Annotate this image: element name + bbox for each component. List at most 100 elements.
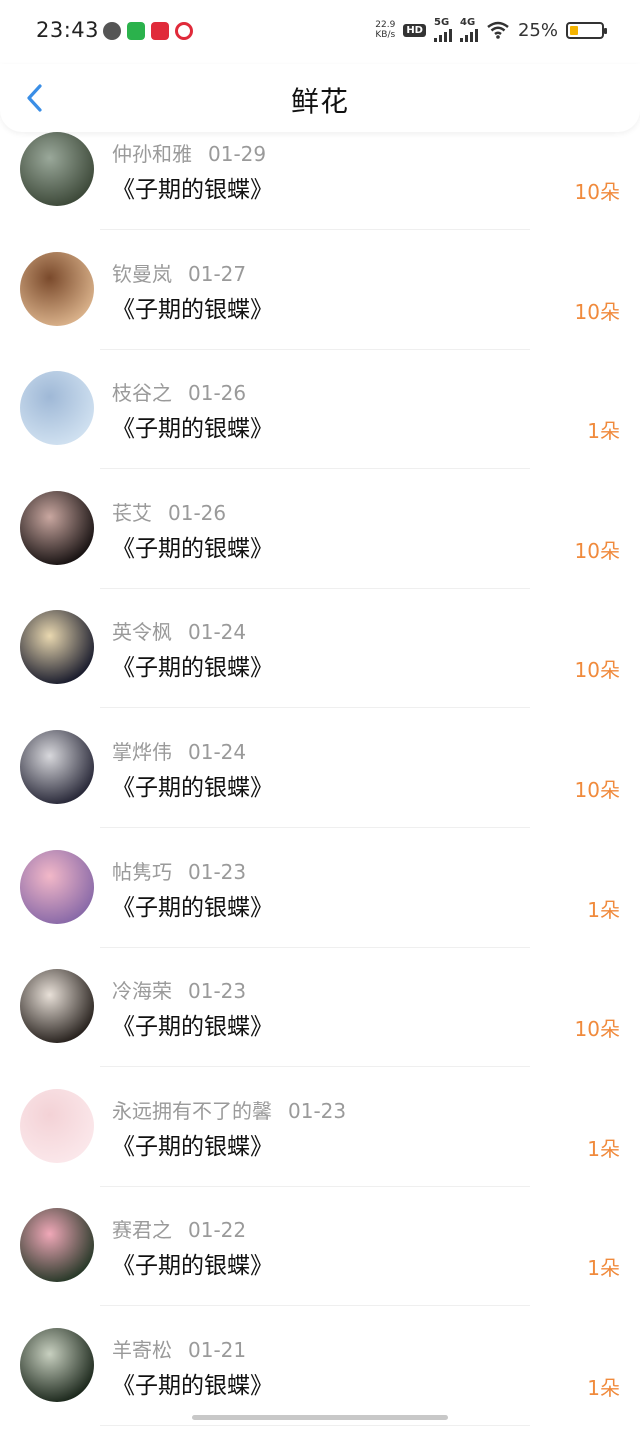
flower-list[interactable]: 仲孙和雅 01-29 《子期的银蝶》 10朵 钦曼岚 01-27 《子期的银蝶》 10朵 枝谷之… xyxy=(0,130,640,1446)
list-item[interactable]: 苌艾 01-26 《子期的银蝶》 10朵 xyxy=(0,489,640,609)
avatar[interactable] xyxy=(20,969,94,1044)
list-item[interactable]: 冷海荣 01-23 《子期的银蝶》 10朵 xyxy=(0,967,640,1087)
item-meta: 赛君之 01-22 xyxy=(112,1214,246,1243)
avatar[interactable] xyxy=(20,132,94,206)
record-icon xyxy=(175,22,193,40)
signal-bars-icon xyxy=(459,28,478,42)
sim2-signal: 4G xyxy=(459,17,478,42)
item-meta: 仲孙和雅 01-29 xyxy=(112,138,266,167)
user-name: 仲孙和雅 xyxy=(112,142,192,166)
divider xyxy=(100,1305,530,1307)
user-name: 苌艾 xyxy=(112,500,152,525)
network-speed-unit: KB/s xyxy=(375,30,396,40)
avatar[interactable] xyxy=(20,1088,94,1163)
item-meta: 苌艾 01-26 xyxy=(112,497,226,526)
sim1-network-type: 5G xyxy=(433,17,450,28)
item-meta: 英令枫 01-24 xyxy=(112,616,246,645)
avatar[interactable] xyxy=(20,1327,94,1402)
list-item[interactable]: 掌烨伟 01-24 《子期的银蝶》 10朵 xyxy=(0,728,640,848)
battery-icon xyxy=(566,21,607,39)
app-notification-icon xyxy=(127,22,145,40)
list-item[interactable]: 赛君之 01-22 《子期的银蝶》 1朵 xyxy=(0,1206,640,1326)
user-name: 永远拥有不了的馨 xyxy=(112,1098,272,1123)
notification-icons xyxy=(103,22,193,40)
avatar[interactable] xyxy=(20,251,94,326)
status-time: 23:43 xyxy=(36,18,100,42)
divider xyxy=(100,707,530,709)
list-item[interactable]: 英令枫 01-24 《子期的银蝶》 10朵 xyxy=(0,608,640,728)
divider xyxy=(100,826,530,828)
flower-count: 1朵 xyxy=(587,897,620,922)
battery-percent: 25% xyxy=(517,19,558,41)
hd-voice-badge: HD xyxy=(403,23,426,37)
divider xyxy=(100,1424,530,1426)
flower-count: 10朵 xyxy=(574,299,620,324)
flower-count: 1朵 xyxy=(587,1256,620,1281)
flower-count: 10朵 xyxy=(574,1017,620,1042)
network-speed-value: 22.9 xyxy=(375,20,396,30)
sim2-network-type: 4G xyxy=(459,17,476,28)
item-date: 01-29 xyxy=(208,142,267,166)
item-date: 01-23 xyxy=(188,979,247,1004)
item-date: 01-24 xyxy=(188,739,247,764)
user-name: 帖隽巧 xyxy=(112,859,172,884)
item-date: 01-21 xyxy=(188,1337,247,1362)
user-name: 钦曼岚 xyxy=(112,261,172,286)
avatar[interactable] xyxy=(20,371,94,446)
avatar[interactable] xyxy=(20,610,94,685)
avatar[interactable] xyxy=(20,1208,94,1283)
item-date: 01-23 xyxy=(188,859,247,884)
item-meta: 枝谷之 01-26 xyxy=(112,377,246,406)
list-item[interactable]: 帖隽巧 01-23 《子期的银蝶》 1朵 xyxy=(0,848,640,968)
user-name: 赛君之 xyxy=(112,1218,172,1243)
divider xyxy=(100,229,530,230)
user-name: 掌烨伟 xyxy=(112,739,172,764)
item-date: 01-23 xyxy=(288,1098,347,1123)
network-speed: 22.9 KB/s xyxy=(375,20,395,40)
divider xyxy=(100,468,530,470)
flower-count: 1朵 xyxy=(587,1136,620,1161)
book-title: 《子期的银蝶》 xyxy=(112,296,273,323)
item-meta: 羊寄松 01-21 xyxy=(112,1334,246,1363)
divider xyxy=(100,348,530,350)
item-date: 01-24 xyxy=(188,620,247,645)
divider xyxy=(100,1066,530,1068)
user-name: 羊寄松 xyxy=(112,1337,172,1362)
flower-count: 1朵 xyxy=(587,419,620,444)
book-title: 《子期的银蝶》 xyxy=(112,894,273,921)
book-title: 《子期的银蝶》 xyxy=(112,177,273,203)
item-date: 01-26 xyxy=(168,500,227,525)
wifi-icon xyxy=(487,21,509,39)
globe-icon xyxy=(103,22,121,40)
user-name: 冷海荣 xyxy=(112,979,172,1004)
book-title: 《子期的银蝶》 xyxy=(112,774,273,801)
home-indicator[interactable] xyxy=(192,1415,448,1420)
list-item[interactable]: 羊寄松 01-21 《子期的银蝶》 1朵 xyxy=(0,1326,640,1446)
nav-header: 鲜花 xyxy=(0,64,640,132)
item-date: 01-27 xyxy=(188,261,247,286)
system-icons: 22.9 KB/s HD 5G 4G 25% xyxy=(375,17,607,42)
flower-count: 10朵 xyxy=(574,777,620,802)
user-name: 英令枫 xyxy=(112,620,172,645)
page-title: 鲜花 xyxy=(290,85,349,118)
flower-count: 10朵 xyxy=(574,180,620,204)
avatar[interactable] xyxy=(20,490,94,565)
item-meta: 钦曼岚 01-27 xyxy=(112,258,246,287)
list-item[interactable]: 枝谷之 01-26 《子期的银蝶》 1朵 xyxy=(0,369,640,489)
user-name: 枝谷之 xyxy=(112,381,172,406)
item-date: 01-26 xyxy=(188,381,247,406)
book-title: 《子期的银蝶》 xyxy=(112,1014,273,1041)
item-meta: 永远拥有不了的馨 01-23 xyxy=(112,1095,346,1124)
list-item[interactable]: 仲孙和雅 01-29 《子期的银蝶》 10朵 xyxy=(0,130,640,250)
list-item[interactable]: 钦曼岚 01-27 《子期的银蝶》 10朵 xyxy=(0,250,640,370)
flower-count: 10朵 xyxy=(574,658,620,683)
book-title: 《子期的银蝶》 xyxy=(112,535,273,562)
item-meta: 冷海荣 01-23 xyxy=(112,975,246,1004)
book-title: 《子期的银蝶》 xyxy=(112,416,273,443)
app-notification-icon xyxy=(151,22,169,40)
avatar[interactable] xyxy=(20,729,94,804)
item-meta: 掌烨伟 01-24 xyxy=(112,736,246,765)
book-title: 《子期的银蝶》 xyxy=(112,1372,273,1399)
avatar[interactable] xyxy=(20,849,94,924)
list-item[interactable]: 永远拥有不了的馨 01-23 《子期的银蝶》 1朵 xyxy=(0,1087,640,1207)
